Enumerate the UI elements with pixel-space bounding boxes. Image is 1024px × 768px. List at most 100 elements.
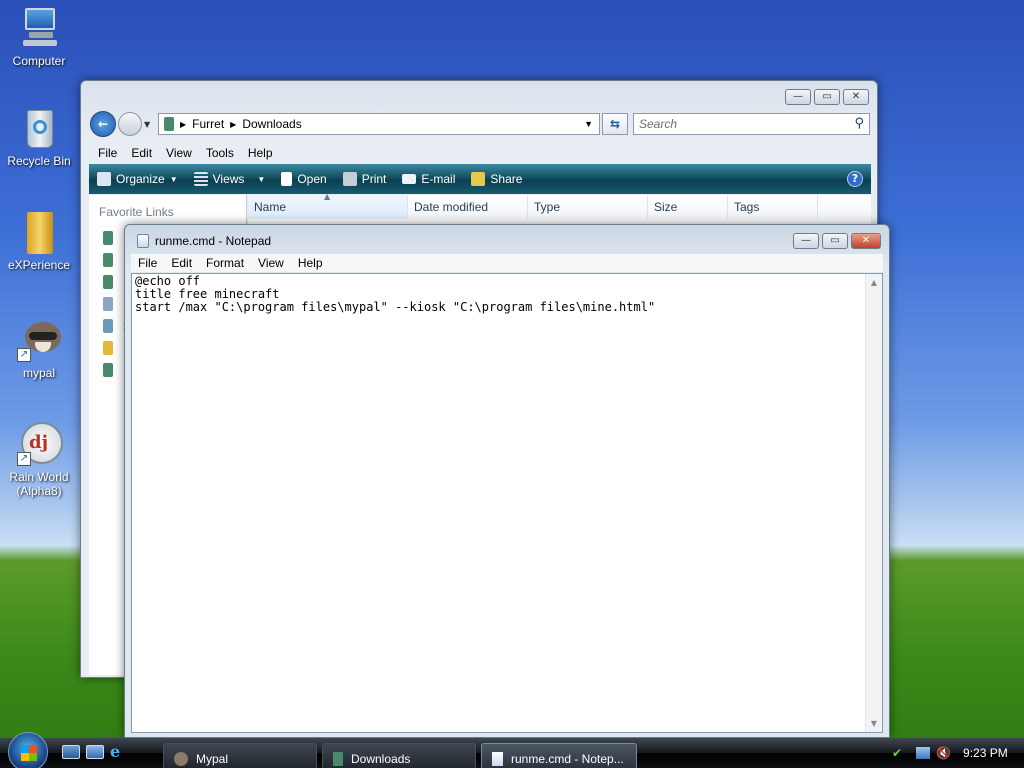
close-button[interactable]: ✕ xyxy=(843,89,869,105)
computer-icon xyxy=(17,6,61,50)
menu-help[interactable]: Help xyxy=(291,254,330,272)
notepad-window-controls: — ▭ ✕ xyxy=(793,233,881,249)
column-size[interactable]: Size xyxy=(648,195,728,219)
raccoon-shortcut-icon: ↗ xyxy=(17,318,61,362)
breadcrumb-item[interactable]: Furret xyxy=(192,117,224,131)
desktop-icon-label: Computer xyxy=(12,54,66,68)
notepad-window[interactable]: runme.cmd - Notepad — ▭ ✕ File Edit Form… xyxy=(124,224,890,738)
favorite-links-heading: Favorite Links xyxy=(99,205,174,219)
back-button[interactable]: ← xyxy=(90,111,116,137)
window-title: runme.cmd - Notepad xyxy=(155,234,272,248)
taskbar-button-mypal[interactable]: Mypal xyxy=(163,743,317,768)
column-date-modified[interactable]: Date modified xyxy=(408,195,528,219)
vertical-scrollbar[interactable]: ▲ ▼ xyxy=(865,274,882,732)
search-box[interactable]: Search ⚲ xyxy=(633,113,870,135)
notepad-icon xyxy=(492,752,503,766)
recycle-bin-icon xyxy=(17,106,61,150)
internet-explorer-icon[interactable]: e xyxy=(110,744,120,760)
desktop-icon-label: mypal xyxy=(22,366,55,380)
share-icon xyxy=(471,172,486,186)
breadcrumb-separator-icon: ▶ xyxy=(230,119,237,129)
recent-pages-dropdown[interactable]: ▼ xyxy=(144,120,150,129)
open-button[interactable]: Open xyxy=(273,172,334,186)
print-button[interactable]: Print xyxy=(335,172,395,186)
dj-shortcut-icon: dj ↗ xyxy=(17,422,63,466)
views-button[interactable]: Views ▼ xyxy=(186,172,274,186)
sort-ascending-icon: ▲ xyxy=(324,192,331,201)
command-bar: Organize ▼ Views ▼ Open Print E-mail Share… xyxy=(89,164,871,194)
folder-icon xyxy=(333,752,343,766)
explorer-window-controls: — ▭ ✕ xyxy=(785,89,869,105)
breadcrumb-item[interactable]: Downloads xyxy=(242,117,301,131)
desktop-icon-label: Recycle Bin xyxy=(7,154,71,168)
search-input[interactable]: Search xyxy=(639,117,677,131)
editor-content[interactable]: @echo off title free minecraft start /ma… xyxy=(135,275,655,314)
menu-file[interactable]: File xyxy=(91,146,124,160)
public-folder-icon xyxy=(103,341,113,355)
address-dropdown-icon[interactable]: ▼ xyxy=(584,119,593,129)
desktop-icon-recycle-bin[interactable]: Recycle Bin xyxy=(1,106,77,168)
document-icon xyxy=(281,172,293,186)
desktop-icon-computer[interactable]: Computer xyxy=(1,6,77,68)
taskbar-button-downloads[interactable]: Downloads xyxy=(322,743,476,768)
minimize-button[interactable]: — xyxy=(793,233,819,249)
pictures-icon xyxy=(103,253,113,267)
envelope-icon xyxy=(402,174,417,184)
menu-format[interactable]: Format xyxy=(199,254,251,272)
scroll-up-arrow[interactable]: ▲ xyxy=(866,278,882,287)
menu-help[interactable]: Help xyxy=(241,146,280,160)
menu-edit[interactable]: Edit xyxy=(164,254,199,272)
help-icon[interactable]: ? xyxy=(847,171,863,187)
show-desktop-icon[interactable] xyxy=(62,745,80,759)
menu-view[interactable]: View xyxy=(251,254,291,272)
clock[interactable]: 9:23 PM xyxy=(963,746,1008,760)
refresh-button[interactable]: ⇆ xyxy=(602,113,628,135)
close-button[interactable]: ✕ xyxy=(851,233,881,249)
notepad-menubar: File Edit Format View Help xyxy=(131,254,883,272)
desktop-icon-label: Rain World (Alpha8) xyxy=(9,470,69,498)
column-tags[interactable]: Tags xyxy=(728,195,818,219)
share-button[interactable]: Share xyxy=(463,172,530,186)
start-button[interactable] xyxy=(8,732,48,768)
menu-tools[interactable]: Tools xyxy=(199,146,241,160)
folder-icon xyxy=(164,117,174,131)
taskbar-button-notepad[interactable]: runme.cmd - Notep... xyxy=(481,743,637,768)
minimize-button[interactable]: — xyxy=(785,89,811,105)
desktop-icon-experience[interactable]: eXPerience xyxy=(1,210,77,272)
printer-icon xyxy=(342,172,357,186)
explorer-menubar: File Edit View Tools Help xyxy=(91,146,280,160)
menu-view[interactable]: View xyxy=(159,146,199,160)
scroll-down-arrow[interactable]: ▼ xyxy=(866,719,882,728)
desktop-icon-label: eXPerience xyxy=(7,258,71,272)
search-icon[interactable]: ⚲ xyxy=(854,116,864,131)
notepad-icon xyxy=(137,234,149,248)
downloads-icon xyxy=(103,363,113,377)
desktop-icon-mypal[interactable]: ↗ mypal xyxy=(1,318,77,380)
text-editor[interactable]: @echo off title free minecraft start /ma… xyxy=(131,273,883,733)
organize-button[interactable]: Organize ▼ xyxy=(89,172,186,186)
switch-windows-icon[interactable] xyxy=(86,745,104,759)
column-type[interactable]: Type xyxy=(528,195,648,219)
taskbar: e Mypal Downloads runme.cmd - Notep... ✔… xyxy=(0,732,1024,768)
address-bar[interactable]: ▶ Furret ▶ Downloads ▼ xyxy=(158,113,600,135)
desktop-icon-rain-world[interactable]: dj ↗ Rain World (Alpha8) xyxy=(1,422,77,498)
searches-icon xyxy=(103,319,113,333)
quick-launch: e xyxy=(62,744,120,760)
folder-icon xyxy=(17,210,61,254)
safely-remove-hardware-icon[interactable]: ✔ xyxy=(892,746,902,760)
email-button[interactable]: E-mail xyxy=(394,172,463,186)
documents-icon xyxy=(103,231,113,245)
maximize-button[interactable]: ▭ xyxy=(822,233,848,249)
system-tray: ✔ 🔇 9:23 PM xyxy=(882,738,1024,768)
recently-changed-icon xyxy=(103,297,113,311)
volume-muted-icon[interactable]: 🔇 xyxy=(936,746,951,760)
music-icon xyxy=(103,275,113,289)
network-icon[interactable] xyxy=(916,747,931,759)
forward-button[interactable] xyxy=(118,112,142,136)
maximize-button[interactable]: ▭ xyxy=(814,89,840,105)
mypal-icon xyxy=(174,752,188,766)
windows-logo-icon xyxy=(21,745,37,761)
menu-edit[interactable]: Edit xyxy=(124,146,159,160)
breadcrumb-separator-icon: ▶ xyxy=(180,119,187,129)
menu-file[interactable]: File xyxy=(131,254,164,272)
